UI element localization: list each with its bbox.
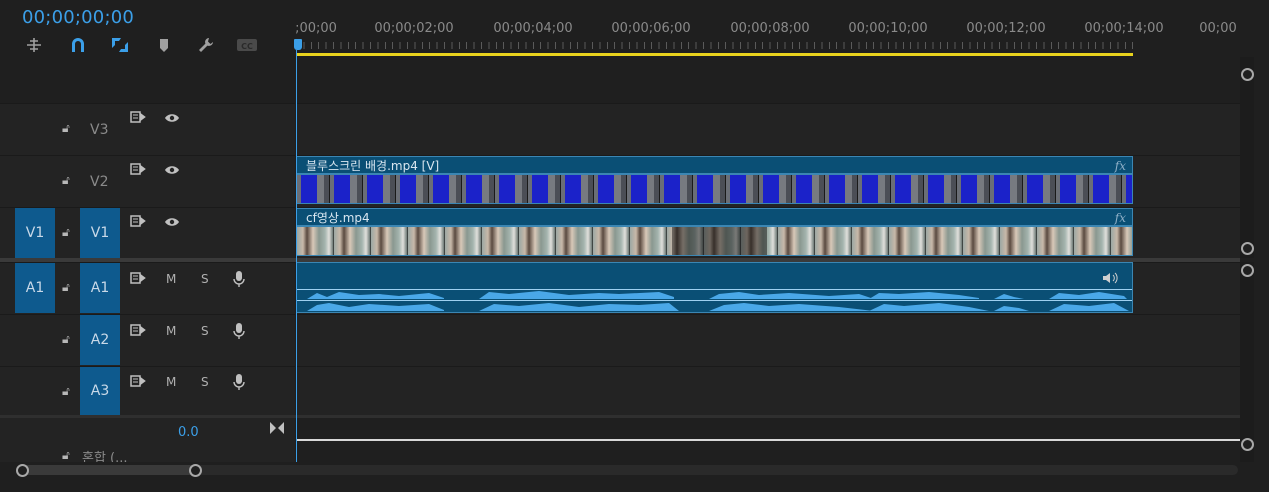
microphone-icon[interactable] bbox=[233, 322, 245, 344]
clip-header: cf영상.mp4 fx bbox=[296, 208, 1133, 226]
clip-name: cf영상.mp4 bbox=[306, 211, 370, 225]
track-header-a3: 🔓︎ A3 M S bbox=[0, 366, 295, 416]
track-a2[interactable] bbox=[296, 314, 1240, 366]
lock-icon[interactable]: 🔓︎ bbox=[62, 225, 70, 240]
ruler-label: 00;00;06;00 bbox=[611, 21, 691, 36]
track-target-v1[interactable]: V1 bbox=[80, 208, 120, 258]
track-header-v1: V1 🔓︎ V1 bbox=[0, 207, 295, 259]
clip-thumbnails bbox=[296, 174, 1133, 204]
clip-bluescreen[interactable]: 블루스크린 배경.mp4 [V] fx bbox=[296, 156, 1133, 204]
solo-button[interactable]: S bbox=[201, 324, 209, 338]
track-header-v2: 🔓︎ V2 bbox=[0, 155, 295, 207]
timeline-spacer bbox=[296, 57, 1240, 103]
mix-volume-value[interactable]: 0.0 bbox=[178, 425, 199, 440]
track-v3[interactable] bbox=[296, 103, 1240, 155]
mute-button[interactable]: M bbox=[166, 272, 176, 286]
fx-badge[interactable]: fx bbox=[1115, 157, 1126, 175]
linked-selection-icon[interactable] bbox=[110, 36, 130, 54]
time-ruler[interactable]: ;00;00 00;00;02;00 00;00;04;00 00;00;06;… bbox=[295, 14, 1269, 56]
lock-icon[interactable]: 🔓︎ bbox=[62, 280, 70, 295]
ruler-label: ;00;00 bbox=[295, 21, 337, 36]
mute-button[interactable]: M bbox=[166, 375, 176, 389]
playhead-line[interactable] bbox=[296, 50, 297, 462]
ruler-label: 00;00;14;00 bbox=[1084, 21, 1164, 36]
solo-button[interactable]: S bbox=[201, 272, 209, 286]
horizontal-scrollbar-thumb[interactable] bbox=[22, 465, 196, 475]
snap-icon[interactable] bbox=[68, 36, 88, 54]
svg-text:CC: CC bbox=[241, 42, 253, 51]
clip-cf-video[interactable]: cf영상.mp4 fx bbox=[296, 208, 1133, 256]
solo-button[interactable]: S bbox=[201, 375, 209, 389]
mix-volume-line[interactable] bbox=[296, 439, 1240, 441]
clip-thumbnails bbox=[296, 226, 1133, 256]
mix-toggle-icon[interactable] bbox=[269, 420, 285, 439]
ruler-label: 00;00;02;00 bbox=[374, 21, 454, 36]
ruler-label: 00;00 bbox=[1199, 21, 1237, 36]
track-header-a2: 🔓︎ A2 M S bbox=[0, 314, 295, 366]
eye-icon[interactable] bbox=[164, 164, 180, 180]
track-mix[interactable] bbox=[296, 418, 1240, 462]
source-patch-v1[interactable]: V1 bbox=[15, 208, 55, 258]
ruler-label: 00;00;12;00 bbox=[966, 21, 1046, 36]
track-header-mix: 0.0 🔓︎ 혼합 (... bbox=[0, 418, 295, 466]
source-patch-a1[interactable]: A1 bbox=[15, 263, 55, 313]
audio-waveform bbox=[299, 288, 1130, 313]
lock-icon[interactable]: 🔓︎ bbox=[62, 384, 70, 399]
add-marker-icon[interactable] bbox=[154, 36, 174, 54]
captions-icon[interactable]: CC bbox=[236, 36, 257, 54]
fx-badge[interactable]: fx bbox=[1115, 209, 1126, 227]
microphone-icon[interactable] bbox=[233, 373, 245, 395]
lock-icon[interactable]: 🔓︎ bbox=[62, 121, 70, 136]
timecode-display[interactable]: 00;00;00;00 bbox=[22, 7, 134, 28]
eye-icon[interactable] bbox=[164, 112, 180, 128]
sync-lock-icon[interactable] bbox=[130, 375, 146, 391]
video-vertical-scrollbar[interactable] bbox=[1240, 57, 1254, 258]
sync-lock-icon[interactable] bbox=[130, 324, 146, 340]
lock-icon[interactable]: 🔓︎ bbox=[62, 173, 70, 188]
clip-header: 블루스크린 배경.mp4 [V] fx bbox=[296, 156, 1133, 174]
scroll-handle-bottom[interactable] bbox=[1241, 242, 1254, 255]
scroll-handle-top[interactable] bbox=[1241, 264, 1254, 277]
clip-audio-a1[interactable] bbox=[296, 262, 1133, 313]
sync-lock-icon[interactable] bbox=[130, 111, 146, 127]
scroll-handle-right[interactable] bbox=[189, 464, 202, 477]
track-a3[interactable] bbox=[296, 366, 1240, 416]
mute-button[interactable]: M bbox=[166, 324, 176, 338]
track-target-a1[interactable]: A1 bbox=[80, 263, 120, 313]
track-label[interactable]: V2 bbox=[90, 174, 108, 190]
work-area-bar[interactable] bbox=[296, 53, 1133, 56]
playhead-handle[interactable] bbox=[294, 39, 302, 50]
sync-lock-icon[interactable] bbox=[130, 163, 146, 179]
volume-keyframe-icon[interactable] bbox=[1102, 269, 1118, 288]
clip-name: 블루스크린 배경.mp4 [V] bbox=[306, 159, 440, 173]
horizontal-scrollbar-track[interactable] bbox=[20, 465, 1238, 475]
track-target-a2[interactable]: A2 bbox=[80, 315, 120, 365]
horizontal-scroll-area bbox=[0, 462, 1269, 492]
ruler-ticks bbox=[296, 42, 1133, 49]
track-target-a3[interactable]: A3 bbox=[80, 367, 120, 415]
audio-vertical-scrollbar[interactable] bbox=[1240, 262, 1254, 462]
eye-icon[interactable] bbox=[164, 216, 180, 232]
microphone-icon[interactable] bbox=[233, 270, 245, 292]
lock-icon[interactable]: 🔓︎ bbox=[62, 448, 70, 463]
ruler-label: 00;00;10;00 bbox=[848, 21, 928, 36]
insert-overwrite-icon[interactable] bbox=[24, 36, 44, 54]
lock-icon[interactable]: 🔓︎ bbox=[62, 332, 70, 347]
header-spacer bbox=[0, 57, 295, 103]
wrench-icon[interactable] bbox=[196, 36, 216, 54]
track-header-v3: 🔓︎ V3 bbox=[0, 103, 295, 155]
sync-lock-icon[interactable] bbox=[130, 215, 146, 231]
scroll-handle-bottom[interactable] bbox=[1241, 438, 1254, 451]
ruler-label: 00;00;04;00 bbox=[493, 21, 573, 36]
ruler-label: 00;00;08;00 bbox=[730, 21, 810, 36]
scroll-handle-left[interactable] bbox=[16, 464, 29, 477]
track-header-a1: A1 🔓︎ A1 M S bbox=[0, 262, 295, 314]
scroll-handle-top[interactable] bbox=[1241, 68, 1254, 81]
track-label[interactable]: V3 bbox=[90, 122, 108, 138]
sync-lock-icon[interactable] bbox=[130, 272, 146, 288]
